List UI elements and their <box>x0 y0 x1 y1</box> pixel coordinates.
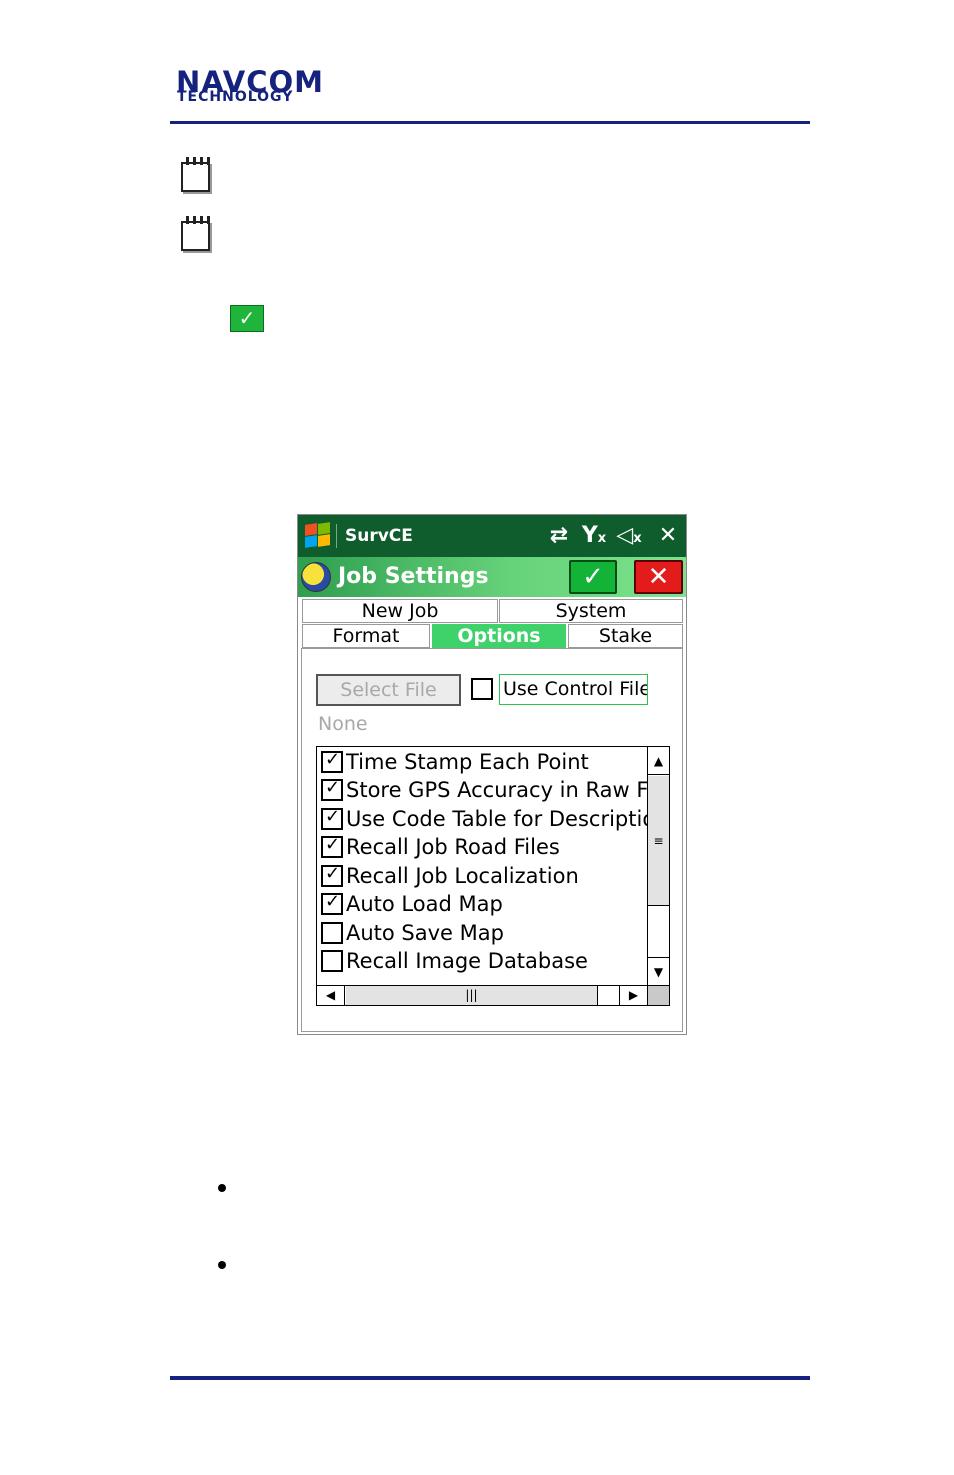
option-label: Recall Image Database <box>346 949 588 973</box>
list-item[interactable]: ✓ Recall Job Road Files <box>319 833 649 861</box>
note-icon <box>180 157 212 193</box>
device-screen: SurvCE ⇄ Yx ◁x ✕ Job Settings ✓ ✕ New Jo… <box>297 514 687 1035</box>
option-checkbox[interactable]: ✓ <box>321 834 343 858</box>
option-checkbox[interactable]: ✓ <box>321 777 343 801</box>
tab-new-job[interactable]: New Job <box>302 599 498 623</box>
footer-rule <box>170 1376 810 1380</box>
file-value: None <box>318 713 368 735</box>
close-icon[interactable]: ✕ <box>655 523 681 549</box>
option-label: Recall Job Road Files <box>346 835 560 859</box>
horizontal-scrollbar[interactable]: ◀ ||| ▶ <box>317 985 647 1005</box>
helmet-icon <box>301 562 331 592</box>
option-label: Auto Load Map <box>346 892 503 916</box>
option-checkbox[interactable]: ✓ <box>321 749 343 773</box>
scrollbar-corner <box>647 985 669 1005</box>
option-label: Store GPS Accuracy in Raw File <box>346 778 670 802</box>
header-title: Job Settings <box>338 564 489 589</box>
tab-options[interactable]: Options <box>432 624 566 648</box>
use-control-file-label[interactable]: Use Control File <box>499 674 648 705</box>
scroll-down-icon[interactable]: ▼ <box>648 957 669 985</box>
option-checkbox[interactable]: ✓ <box>321 891 343 915</box>
windows-start-icon[interactable] <box>303 522 333 549</box>
options-listbox[interactable]: ✓ Time Stamp Each Point ✓ Store GPS Accu… <box>316 746 670 1006</box>
list-item[interactable]: ✓ Store GPS Accuracy in Raw File <box>319 776 669 804</box>
list-item[interactable]: ✓ Recall Job Localization <box>319 862 649 890</box>
list-item[interactable]: ✓ Time Stamp Each Point <box>319 748 649 776</box>
option-label: Use Code Table for Description <box>346 807 669 831</box>
list-item[interactable]: ✓ Auto Load Map <box>319 890 649 918</box>
use-control-file-checkbox[interactable] <box>471 678 493 700</box>
scroll-left-icon[interactable]: ◀ <box>317 986 345 1005</box>
note-icon <box>180 216 212 252</box>
tab-format[interactable]: Format <box>302 624 430 648</box>
horizontal-scroll-thumb[interactable]: ||| <box>346 986 598 1005</box>
header-rule <box>170 121 810 124</box>
select-file-button[interactable]: Select File <box>316 674 461 706</box>
bullet-point <box>218 1184 226 1192</box>
list-item[interactable]: Recall Image Database <box>319 947 649 975</box>
option-checkbox[interactable]: ✓ <box>321 806 343 830</box>
app-title: SurvCE <box>345 526 413 546</box>
job-settings-header: Job Settings ✓ ✕ <box>298 557 686 597</box>
navcom-logo: NAVCOM TECHNOLOGY <box>176 68 362 108</box>
scroll-up-icon[interactable]: ▲ <box>648 747 669 775</box>
option-label: Recall Job Localization <box>346 864 579 888</box>
list-item[interactable]: Auto Save Map <box>319 919 649 947</box>
bullet-point <box>218 1261 226 1269</box>
sync-arrows-icon[interactable]: ⇄ <box>546 523 572 549</box>
ok-button[interactable]: ✓ <box>569 560 617 594</box>
logo-line2: TECHNOLOGY <box>177 89 294 105</box>
option-label: Auto Save Map <box>346 921 504 945</box>
title-separator <box>336 524 337 548</box>
option-checkbox[interactable] <box>321 950 343 972</box>
no-signal-icon[interactable]: Yx <box>581 523 607 552</box>
vertical-scrollbar[interactable]: ▲ ≡ ▼ <box>647 747 669 985</box>
tab-system[interactable]: System <box>499 599 683 623</box>
vertical-scroll-thumb[interactable]: ≡ <box>648 776 669 906</box>
cancel-button[interactable]: ✕ <box>634 560 683 594</box>
scroll-right-icon[interactable]: ▶ <box>619 986 647 1005</box>
speaker-muted-icon[interactable]: ◁x <box>616 523 642 552</box>
tab-stake[interactable]: Stake <box>568 624 683 648</box>
list-item[interactable]: ✓ Use Code Table for Description <box>319 805 668 833</box>
option-checkbox[interactable]: ✓ <box>321 863 343 887</box>
checkmark-icon: ✓ <box>230 305 264 332</box>
option-checkbox[interactable] <box>321 922 343 944</box>
titlebar: SurvCE ⇄ Yx ◁x ✕ <box>298 515 686 557</box>
option-label: Time Stamp Each Point <box>346 750 589 774</box>
